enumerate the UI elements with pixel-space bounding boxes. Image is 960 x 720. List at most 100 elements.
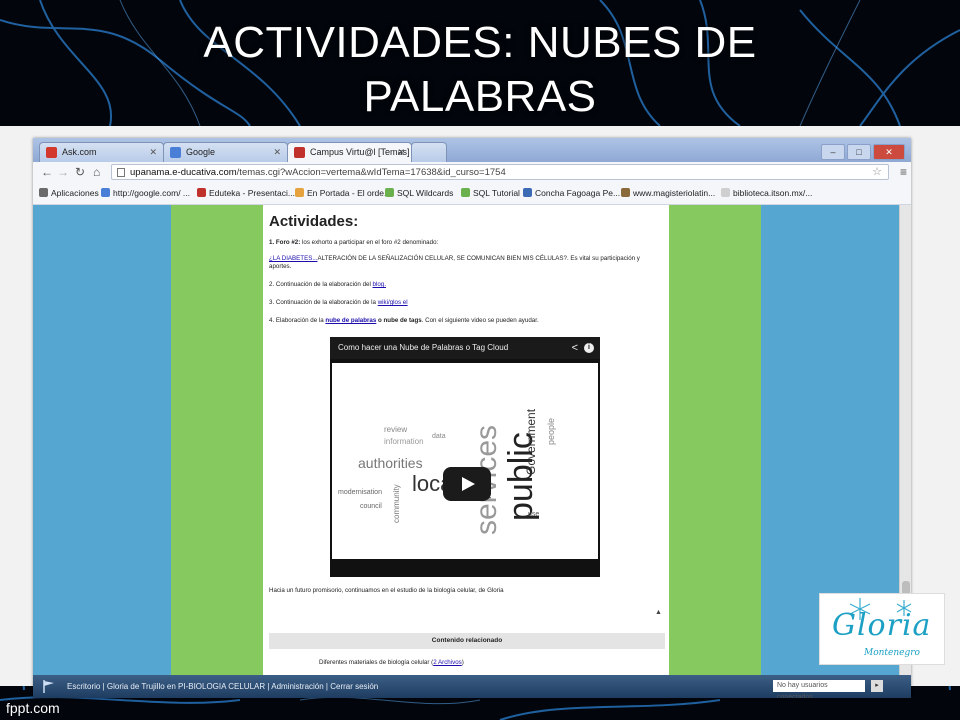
word-cloud-word: information [384,437,424,446]
page-icon [117,168,125,177]
activity-text: 2. Continuación de la elaboración del [269,281,373,288]
bookmark-apps[interactable]: Aplicaciones [39,188,99,198]
page-icon [721,188,730,197]
window-close-icon[interactable]: ✕ [873,144,905,160]
tab-label: Campus Virtu@l [Temas] [310,147,410,157]
users-dropdown-button[interactable]: ▸ [871,680,883,692]
status-nav-text[interactable]: Escritorio | Gloria de Trujillo en PI-BI… [67,682,378,691]
tab-campus-virtual[interactable]: Campus Virtu@l [Temas] ✕ [287,142,412,162]
ask-favicon-icon [46,147,57,158]
wiki-link[interactable]: wiki/glos el [378,299,408,306]
left-blue-margin [33,205,171,675]
related-end: ) [461,659,464,666]
word-cloud-word: authorities [358,455,423,471]
activity-item-1-detail: ¿LA DIABETES...ALTERACIÓN DE LA SEÑALIZA… [269,255,661,271]
content-panel: Actividades: 1. Foro #2: los exhorto a p… [263,205,669,675]
eduteka-favicon-icon [197,188,206,197]
bookmark-eduteka[interactable]: Eduteka - Presentaci... [197,188,295,198]
sql-favicon-icon [385,188,394,197]
video-thumbnail: publicserviceslocalGovernmentauthorities… [332,363,598,559]
bookmark-biblioteca[interactable]: biblioteca.itson.mx/... [721,188,812,198]
close-icon[interactable]: ✕ [397,147,405,158]
closing-text: Hacia un futuro promisorio, continuamos … [269,587,504,594]
word-cloud-word: use [528,511,540,518]
related-text: Diferentes materiales de biología celula… [319,659,434,666]
concha-favicon-icon [523,188,532,197]
bookmark-concha[interactable]: Concha Fagoaga Pe... [523,188,620,198]
video-title[interactable]: Como hacer una Nube de Palabras o Tag Cl… [338,343,508,352]
activity-text: los exhorto a participar en el foro #2 d… [300,239,439,246]
activity-bold-text: o nube de tags [376,317,422,324]
browser-screenshot: Ask.com ✕ Google ✕ Campus Virtu@l [Temas… [33,138,911,698]
footer-brand: fppt.com [6,700,60,716]
bookmark-sql-wildcards[interactable]: SQL Wildcards [385,188,453,198]
activity-text: 3. Continuación de la elaboración de la [269,299,378,306]
menu-icon[interactable]: ≡ [900,165,907,179]
word-cloud-word: modernisation [338,489,382,496]
web-page: Actividades: 1. Foro #2: los exhorto a p… [33,205,911,675]
forward-arrow-icon[interactable]: → [57,165,69,179]
word-cloud-word: data [432,433,446,440]
info-icon[interactable]: i [584,343,594,353]
right-green-margin [669,205,761,675]
activity-text: . Con el siguiente video se pueden ayuda… [421,317,539,324]
tab-label: Ask.com [62,147,97,157]
activity-number: 1. Foro #2: [269,239,301,246]
activity-item-1: 1. Foro #2: los exhorto a participar en … [269,239,661,247]
embedded-video[interactable]: Como hacer una Nube de Palabras o Tag Cl… [330,337,600,577]
minimize-icon[interactable]: – [821,144,845,160]
address-bar[interactable]: upanama.e-ducativa.com/temas.cgi?wAccion… [111,164,889,180]
play-icon[interactable] [443,467,491,501]
users-connected-field: No hay usuarios conectados [773,680,865,698]
google-favicon-icon [101,188,110,197]
sql-favicon-icon [461,188,470,197]
campus-status-bar: Escritorio | Gloria de Trujillo en PI-BI… [33,675,911,698]
magisterio-favicon-icon [621,188,630,197]
window-controls: – □ ✕ [819,142,905,160]
share-icon[interactable]: < [572,337,578,359]
related-item: Diferentes materiales de biología celula… [319,659,464,666]
close-icon[interactable]: ✕ [273,147,281,158]
tab-ask[interactable]: Ask.com ✕ [39,142,164,162]
new-tab-button[interactable] [411,142,447,162]
tab-google[interactable]: Google ✕ [163,142,288,162]
bookmark-google[interactable]: http://google.com/ ... [101,188,190,198]
blog-link[interactable]: blog. [373,281,386,288]
word-cloud-word: people [546,417,556,445]
word-cloud-link[interactable]: nube de palabras [325,317,376,324]
left-green-margin [171,205,263,675]
collapse-caret-icon[interactable]: ▲ [655,609,662,616]
reload-icon[interactable]: ↻ [75,165,85,179]
files-link[interactable]: 2 Archivos [433,659,462,666]
url-path: /temas.cgi?wAccion=vertema&wIdTema=17638… [236,167,506,178]
back-arrow-icon[interactable]: ← [41,165,53,179]
tab-bar: Ask.com ✕ Google ✕ Campus Virtu@l [Temas… [33,138,911,162]
close-icon[interactable]: ✕ [149,147,157,158]
toolbar: ← → ↻ ⌂ upanama.e-ducativa.com/temas.cgi… [33,162,911,185]
logo-script: Gloria [832,608,932,643]
home-icon[interactable]: ⌂ [93,165,100,179]
word-cloud-word: community [392,483,401,523]
video-header: Como hacer una Nube de Palabras o Tag Cl… [330,337,600,359]
word-cloud-word: review [384,425,408,434]
bookmark-star-icon[interactable]: ☆ [872,165,882,180]
activity-text: 4. Elaboración de la [269,317,326,324]
slide-title-line2: PALABRAS [363,72,597,121]
related-content-header: Contenido relacionado [269,633,665,649]
forum-link[interactable]: ¿LA DIABETES... [269,255,317,262]
page-title: Actividades: [269,213,359,230]
bookmark-sql-tutorial[interactable]: SQL Tutorial [461,188,520,198]
activity-text: ALTERACIÓN DE LA SEÑALIZACIÓN CELULAR, S… [269,255,640,270]
bookmark-magisterio[interactable]: www.magisteriolatin... [621,188,715,198]
campus-favicon-icon [294,147,305,158]
maximize-icon[interactable]: □ [847,144,871,160]
word-cloud-word: Government [524,408,538,475]
tab-label: Google [186,147,216,157]
apps-grid-icon [39,188,48,197]
activity-item-2: 2. Continuación de la elaboración del bl… [269,281,661,289]
activity-item-3: 3. Continuación de la elaboración de la … [269,299,661,307]
video-footer [330,559,600,577]
slide-title-line1: ACTIVIDADES: NUBES DE [203,18,757,67]
activity-item-4: 4. Elaboración de la nube de palabras o … [269,317,661,325]
bookmark-portada[interactable]: En Portada - El orde... [295,188,391,198]
